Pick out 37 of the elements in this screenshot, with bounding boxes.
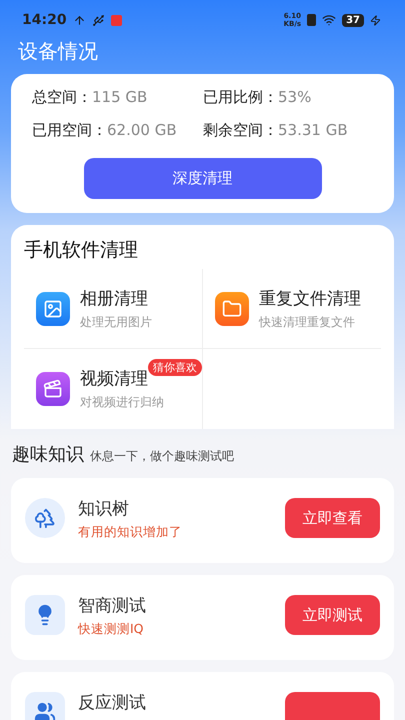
storage-stat: 已用空间：62.00 GB (32, 121, 178, 140)
section-subtitle: 休息一下，做个趣味测试吧 (90, 448, 234, 465)
storage-stat: 已用比例：53% (203, 88, 312, 107)
quiz-button[interactable]: 立即查看 (285, 498, 380, 538)
quiz-subtitle: 快速测测IQ (78, 621, 145, 638)
status-time: 14:20 (22, 12, 67, 28)
battery-indicator: 37 (342, 14, 364, 26)
upload-icon (72, 14, 86, 26)
storage-stat: 总空间：115 GB (32, 88, 148, 107)
section-title: 趣味知识 (12, 443, 84, 466)
quiz-button[interactable]: 立即测试 (285, 595, 380, 635)
charging-icon (370, 14, 381, 26)
deep-clean-button[interactable]: 深度清理 (84, 158, 322, 199)
item-subtitle: 快速清理重复文件 (259, 314, 356, 330)
section-title: 手机软件清理 (24, 238, 139, 263)
usb-icon (92, 14, 105, 26)
item-title[interactable]: 相册清理 (80, 286, 148, 310)
quiz-title: 智商测试 (78, 595, 147, 617)
page-title: 设备情况 (17, 40, 99, 65)
gallery-icon (36, 292, 70, 326)
folder-icon (215, 292, 249, 326)
item-title[interactable]: 重复文件清理 (259, 286, 361, 310)
wifi-icon (322, 13, 336, 27)
item-title[interactable]: 视频清理 (80, 367, 148, 390)
storage-stat: 剩余空间：53.31 GB (203, 121, 349, 140)
quiz-subtitle: 有用的知识增加了 (78, 524, 183, 541)
trees-icon (25, 498, 65, 538)
quiz-title: 知识树 (78, 498, 130, 520)
people-icon (25, 692, 65, 720)
quiz-title: 反应测试 (78, 692, 147, 714)
lightbulb-icon (25, 595, 65, 635)
video-icon (36, 372, 70, 406)
item-subtitle: 处理无用图片 (80, 314, 152, 330)
item-subtitle: 对视频进行归纳 (80, 394, 165, 411)
quiz-button[interactable] (285, 692, 380, 720)
sim-icon (307, 14, 316, 26)
recommend-tag: 猜你喜欢 (148, 359, 202, 376)
